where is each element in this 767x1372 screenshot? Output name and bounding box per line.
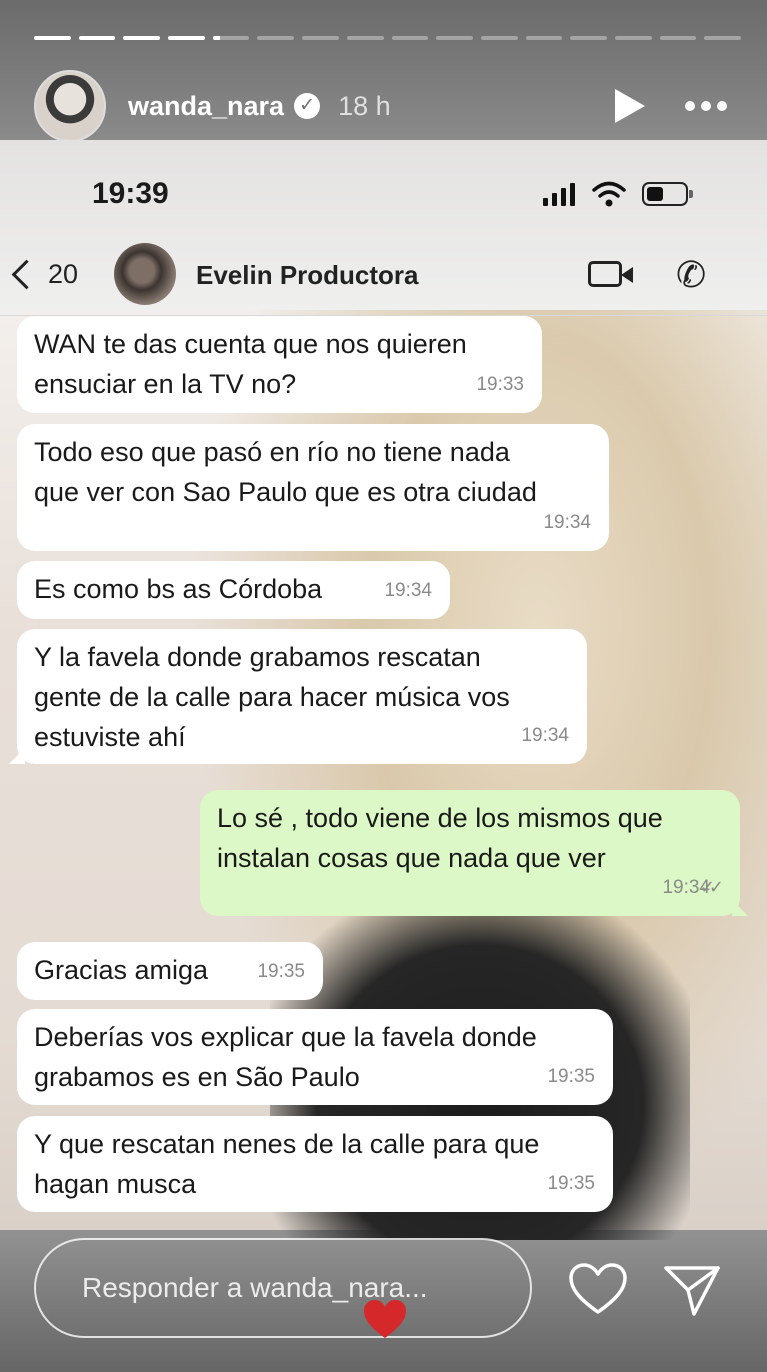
- message-text: WAN te das cuenta que nos quieren ensuci…: [34, 329, 467, 399]
- message-time: 19:34: [543, 512, 591, 533]
- send-icon[interactable]: [662, 1262, 722, 1318]
- story-progress-segment: [346, 36, 384, 40]
- message-text: Lo sé , todo viene de los mismos que ins…: [217, 803, 663, 873]
- message-time: 19:33: [476, 374, 524, 395]
- message-bubble-outgoing[interactable]: Lo sé , todo viene de los mismos que ins…: [200, 790, 748, 916]
- username[interactable]: wanda_nara: [128, 91, 284, 122]
- contact-avatar[interactable]: [114, 243, 176, 305]
- message-time: 19:35: [547, 1066, 595, 1087]
- story-progress-segment: [168, 36, 205, 40]
- message-text: Y que rescatan nenes de la calle para qu…: [34, 1129, 540, 1199]
- story-progress-segment: [704, 36, 741, 40]
- message-text: Es como bs as Córdoba: [34, 574, 323, 604]
- story-progress-segment: [614, 36, 652, 40]
- play-icon[interactable]: [615, 89, 645, 123]
- message-time: 19:34: [384, 580, 432, 601]
- wifi-icon: [592, 181, 626, 207]
- user-avatar[interactable]: [34, 70, 106, 142]
- message-bubble-incoming[interactable]: Y que rescatan nenes de la calle para qu…: [17, 1116, 613, 1212]
- battery-icon: [642, 182, 693, 206]
- message-time: 19:35: [547, 1173, 595, 1194]
- message-text: Deberías vos explicar que la favela dond…: [34, 1022, 537, 1092]
- story-progress-segment: [659, 36, 697, 40]
- message-bubble-incoming[interactable]: WAN te das cuenta que nos quieren ensuci…: [17, 316, 542, 413]
- phone-call-icon[interactable]: ✆: [676, 254, 706, 296]
- story-header: wanda_nara 18 h: [34, 68, 727, 144]
- message-time: 19:35: [257, 961, 305, 982]
- message-text: Todo eso que pasó en río no tiene nada q…: [34, 437, 537, 507]
- story-progress-segment: [123, 36, 161, 40]
- message-text: Gracias amiga: [34, 955, 209, 985]
- signal-icon: [543, 182, 575, 206]
- phone-clock: 19:39: [92, 177, 169, 210]
- story-progress-segment: [480, 36, 518, 40]
- story-progress-segment: [34, 36, 71, 40]
- message-bubble-incoming[interactable]: Todo eso que pasó en río no tiene nada q…: [17, 424, 609, 551]
- message-bubble-incoming[interactable]: Gracias amiga 19:35: [17, 942, 323, 1000]
- chat-screenshot: 19:39 20 Evelin Productora ✆ WAN te das …: [0, 140, 767, 1240]
- message-bubble-incoming[interactable]: Deberías vos explicar que la favela dond…: [17, 1009, 613, 1105]
- back-unread-count[interactable]: 20: [48, 259, 78, 290]
- message-bubble-incoming[interactable]: Es como bs as Córdoba 19:34: [17, 561, 450, 619]
- story-progress-segment: [212, 36, 250, 40]
- story-viewer: wanda_nara 18 h 19:39 20 Evelin Product: [0, 0, 767, 1372]
- story-progress-segment: [436, 36, 473, 40]
- phone-status-bar: 19:39: [0, 140, 767, 240]
- verified-badge-icon: [294, 93, 321, 119]
- story-progress-segment: [302, 36, 339, 40]
- contact-name[interactable]: Evelin Productora: [196, 260, 419, 291]
- story-progress-segment: [391, 36, 429, 40]
- story-progress-segment: [570, 36, 607, 40]
- story-progress-segment: [257, 36, 295, 40]
- heart-icon[interactable]: [568, 1262, 628, 1316]
- message-bubble-incoming[interactable]: Y la favela donde grabamos rescatan gent…: [9, 629, 587, 764]
- chat-header: 20 Evelin Productora ✆: [0, 240, 767, 316]
- story-timestamp: 18 h: [338, 90, 391, 121]
- message-text: Y la favela donde grabamos rescatan gent…: [34, 642, 510, 752]
- story-progress-segment: [525, 36, 563, 40]
- video-call-icon[interactable]: [588, 261, 633, 287]
- floating-heart-icon: [364, 1300, 406, 1338]
- story-progress-segment: [78, 36, 116, 40]
- story-reply-input[interactable]: Responder a wanda_nara...: [34, 1238, 532, 1338]
- more-options-icon[interactable]: [685, 101, 727, 111]
- back-arrow-icon[interactable]: [11, 259, 42, 290]
- message-time: 19:34: [521, 725, 569, 746]
- double-check-icon: ✓✓: [699, 877, 724, 897]
- story-progress-bar: [34, 36, 741, 40]
